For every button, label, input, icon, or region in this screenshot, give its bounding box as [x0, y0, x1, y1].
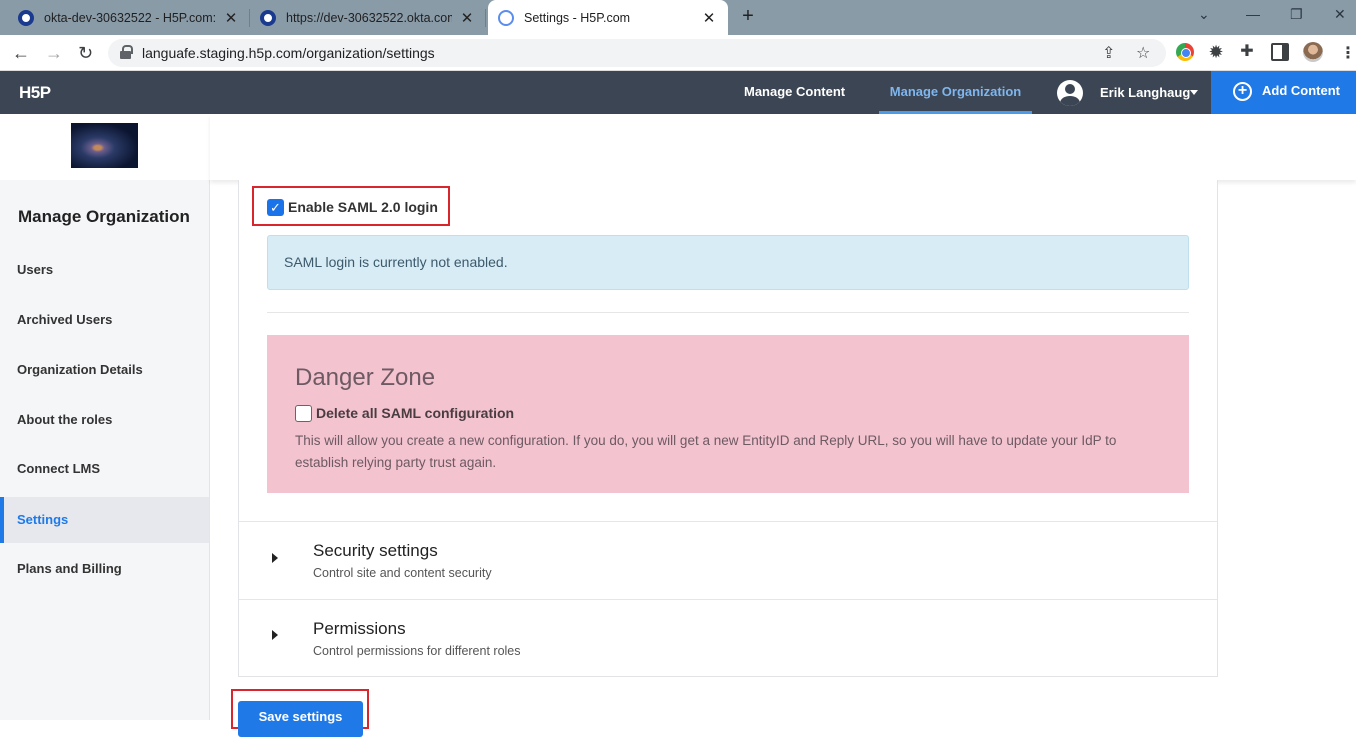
caret-right-icon[interactable]	[272, 553, 278, 563]
restore-icon[interactable]: ❐	[1290, 6, 1303, 23]
sidebar-item-archived-users[interactable]: Archived Users	[0, 297, 209, 343]
tab-title: https://dev-30632522.okta.com/a	[286, 10, 452, 25]
more-icon[interactable]: ⋮	[1340, 43, 1356, 63]
app-header: H5P Manage Content Manage Organization E…	[0, 71, 1356, 114]
delete-saml-checkbox[interactable]	[295, 405, 312, 422]
h5p-logo[interactable]: H5P	[19, 83, 51, 103]
danger-zone: Danger Zone Delete all SAML configuratio…	[267, 335, 1189, 493]
minimize-icon[interactable]: —	[1246, 6, 1260, 22]
sidebar-item-settings[interactable]: Settings	[0, 497, 209, 543]
browser-tab-bar: okta-dev-30632522 - H5P.com: H ✕ https:/…	[0, 0, 1356, 35]
sidebar: Manage Organization Users Archived Users…	[0, 114, 210, 720]
enable-saml-checkbox[interactable]: ✓	[267, 199, 284, 216]
saml-status-alert: SAML login is currently not enabled.	[267, 235, 1189, 290]
divider	[239, 521, 1217, 522]
lock-icon	[120, 45, 133, 59]
section-subtitle: Control site and content security	[313, 566, 492, 580]
enable-saml-label[interactable]: Enable SAML 2.0 login	[288, 199, 438, 216]
section-subtitle: Control permissions for different roles	[313, 644, 521, 658]
share-icon[interactable]: ⇪	[1102, 43, 1115, 63]
okta-icon	[18, 9, 34, 26]
side-panel-icon[interactable]	[1271, 43, 1289, 61]
close-icon[interactable]: ✕	[458, 9, 476, 27]
chevron-down-icon[interactable]: ⌄	[1198, 6, 1210, 23]
browser-toolbar: ← → ↻ languafe.staging.h5p.com/organizat…	[0, 35, 1356, 71]
back-arrow-icon[interactable]: ←	[12, 43, 30, 64]
caret-down-icon[interactable]	[1190, 90, 1198, 95]
window-close-icon[interactable]: ✕	[1334, 6, 1346, 23]
plus-circle-icon: +	[1233, 82, 1252, 101]
nav-manage-content[interactable]: Manage Content	[744, 71, 845, 114]
okta-icon	[260, 9, 276, 26]
gear-icon[interactable]: ✹	[1207, 43, 1225, 61]
address-bar[interactable]: languafe.staging.h5p.com/organization/se…	[108, 39, 1166, 67]
sidebar-item-organization-details[interactable]: Organization Details	[0, 347, 209, 393]
divider	[267, 312, 1189, 313]
divider	[239, 599, 1217, 600]
saml-status-text: SAML login is currently not enabled.	[284, 254, 508, 270]
caret-right-icon[interactable]	[272, 630, 278, 640]
user-avatar-icon[interactable]	[1057, 80, 1083, 106]
sidebar-item-about-roles[interactable]: About the roles	[0, 397, 209, 443]
url-text: languafe.staging.h5p.com/organization/se…	[142, 45, 435, 61]
sidebar-title: Manage Organization	[18, 207, 190, 226]
section-title[interactable]: Security settings	[313, 541, 438, 561]
star-icon[interactable]: ☆	[1136, 43, 1150, 63]
new-tab-button[interactable]: +	[737, 6, 759, 28]
add-content-button[interactable]: + Add Content	[1211, 71, 1356, 114]
browser-tab-okta[interactable]: okta-dev-30632522 - H5P.com: H ✕	[8, 0, 250, 35]
chrome-extension-icon[interactable]	[1176, 43, 1194, 61]
browser-tab-settings[interactable]: Settings - H5P.com ✕	[488, 0, 728, 35]
sidebar-item-connect-lms[interactable]: Connect LMS	[0, 446, 209, 492]
save-settings-button[interactable]: Save settings	[238, 701, 363, 737]
danger-zone-description: This will allow you create a new configu…	[295, 433, 1117, 470]
reload-icon[interactable]: ↻	[78, 43, 93, 64]
user-menu[interactable]: Erik Langhaug	[1100, 71, 1190, 114]
profile-avatar-icon[interactable]	[1303, 42, 1323, 62]
h5p-icon	[498, 9, 514, 26]
organization-logo-area	[0, 114, 210, 180]
forward-arrow-icon[interactable]: →	[45, 43, 63, 64]
close-icon[interactable]: ✕	[700, 9, 718, 27]
delete-saml-label[interactable]: Delete all SAML configuration	[316, 405, 514, 422]
tab-title: okta-dev-30632522 - H5P.com: H	[44, 10, 216, 25]
danger-zone-title: Danger Zone	[295, 364, 436, 391]
nav-manage-organization[interactable]: Manage Organization	[879, 71, 1032, 114]
close-icon[interactable]: ✕	[222, 9, 240, 27]
sidebar-item-users[interactable]: Users	[0, 247, 209, 293]
organization-logo	[71, 123, 138, 168]
add-content-label: Add Content	[1262, 83, 1340, 98]
section-title[interactable]: Permissions	[313, 619, 406, 639]
page-header-band	[210, 114, 1356, 180]
puzzle-icon[interactable]: ✚	[1238, 43, 1256, 61]
sidebar-item-plans-billing[interactable]: Plans and Billing	[0, 546, 209, 592]
browser-tab-okta-url[interactable]: https://dev-30632522.okta.com/a ✕	[250, 0, 486, 35]
tab-title: Settings - H5P.com	[524, 10, 631, 25]
